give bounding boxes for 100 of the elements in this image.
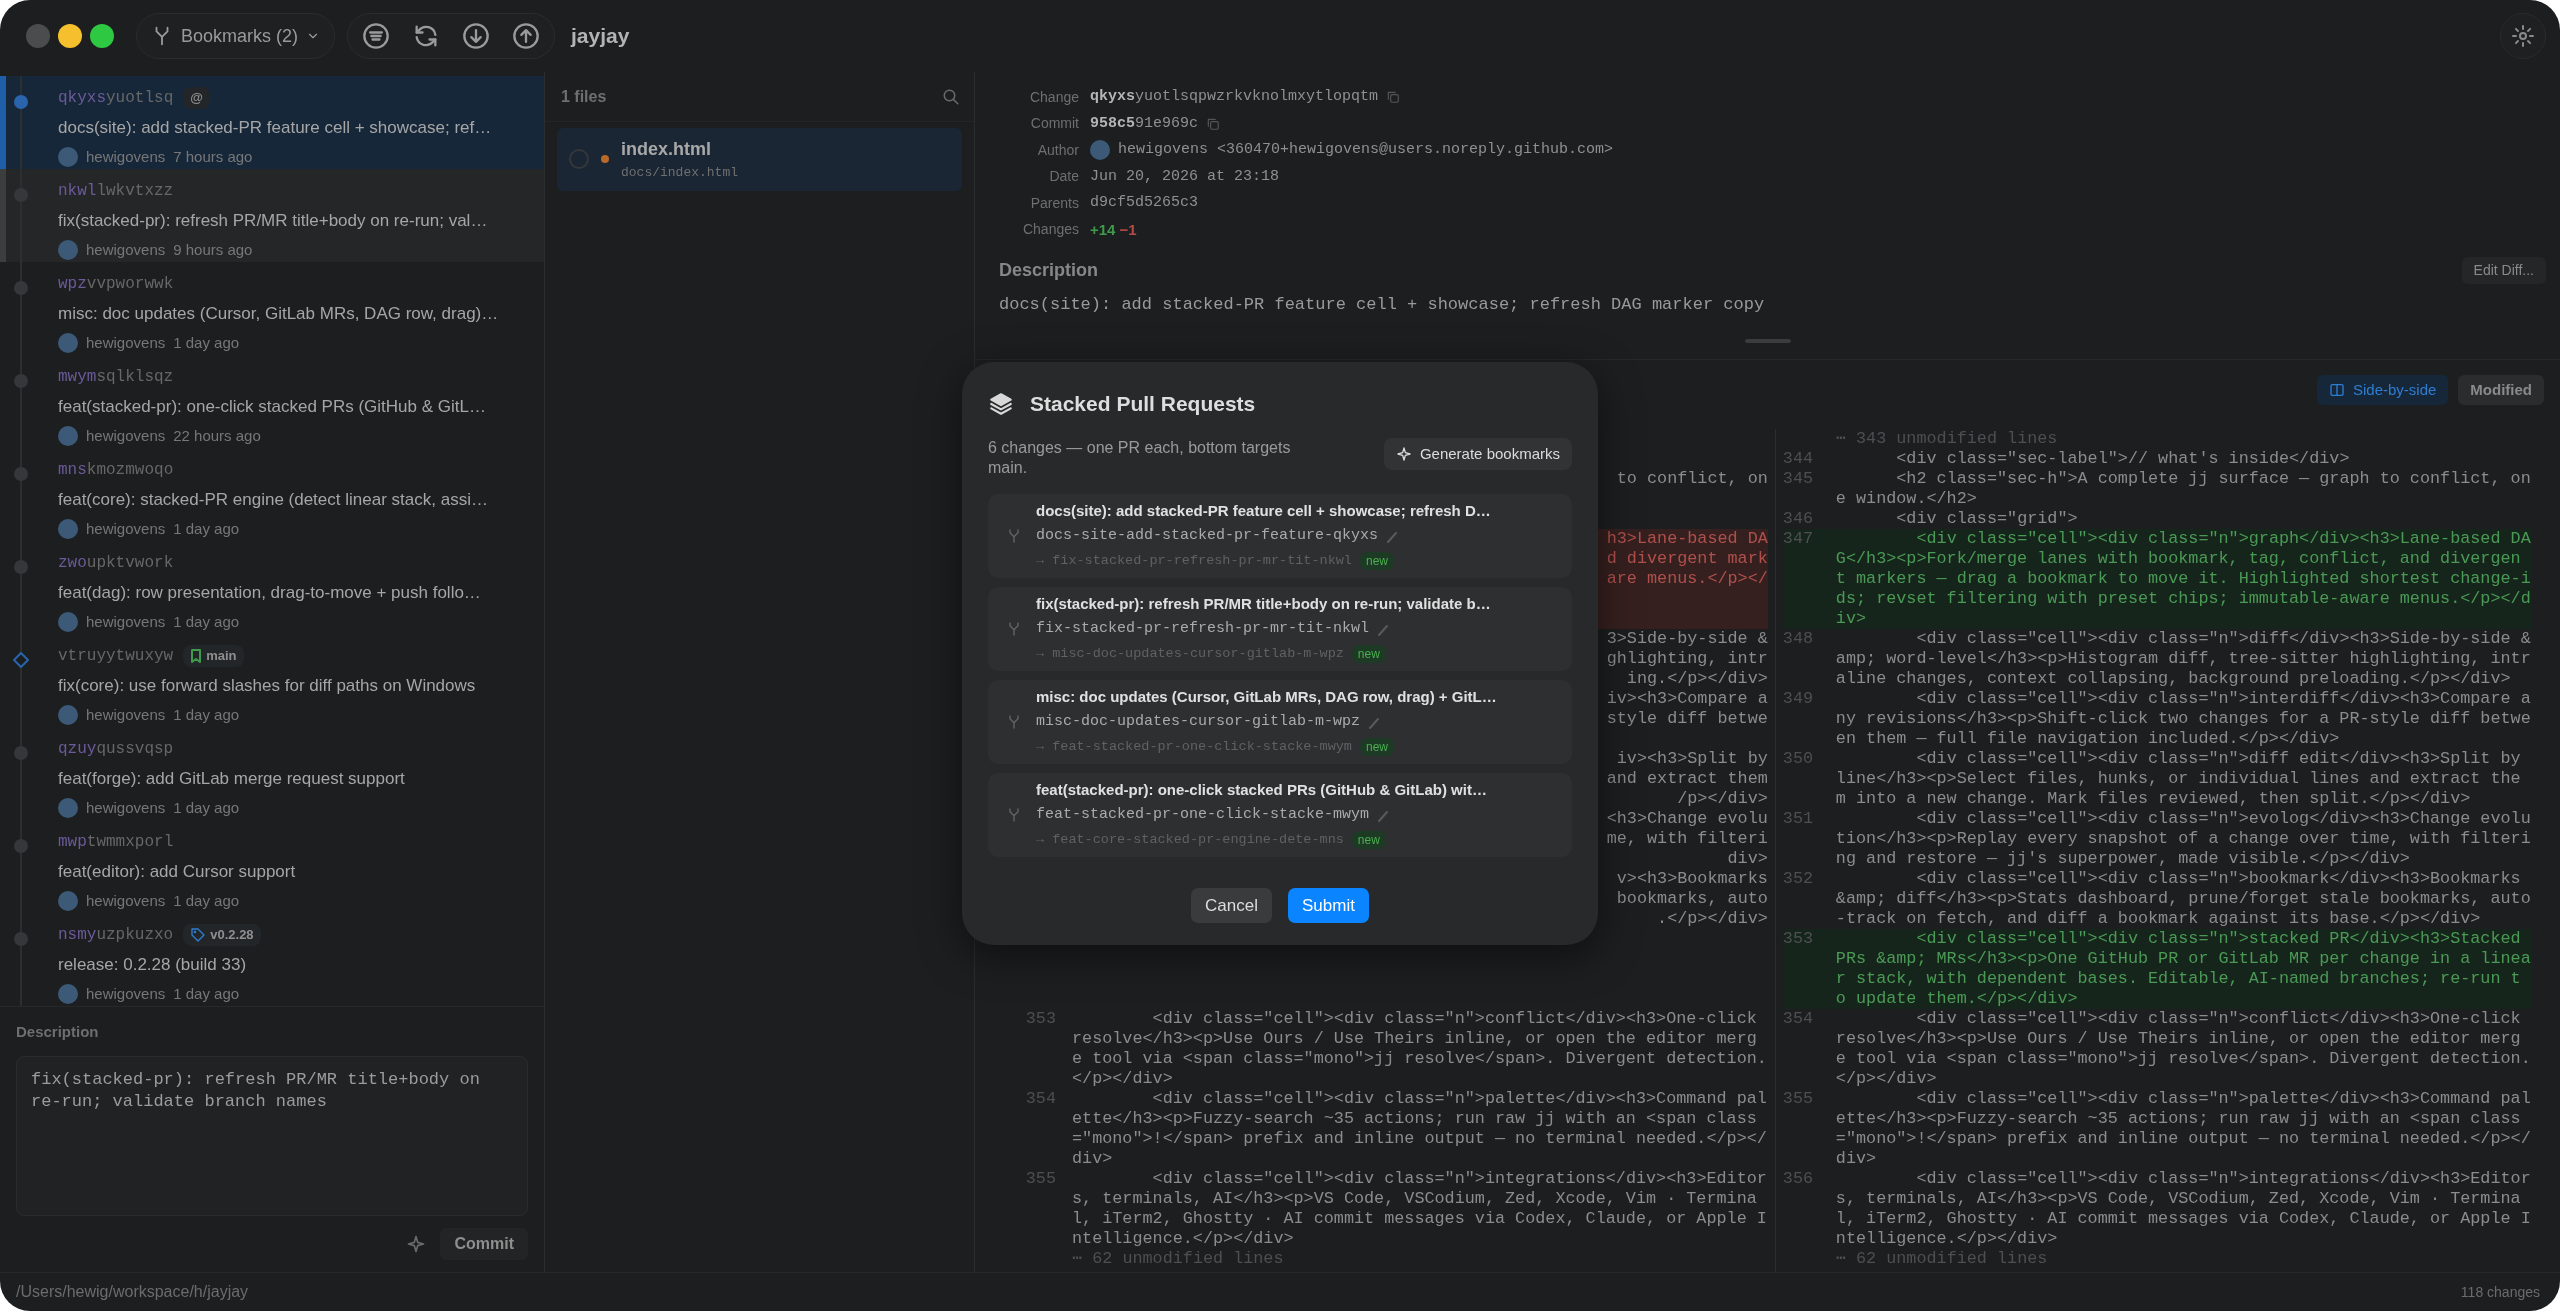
- side-by-side-button[interactable]: Side-by-side: [2316, 374, 2449, 406]
- zoom-button[interactable]: [90, 24, 114, 48]
- change-id: zwoupktvwork: [58, 553, 174, 574]
- list-icon[interactable]: [362, 22, 391, 50]
- field-label: Date: [1048, 167, 1080, 187]
- commit-row[interactable]: mwptwmmxporl feat(editor): add Cursor support hewigovens 1 day ago: [0, 820, 544, 913]
- working-copy-badge: @: [183, 87, 210, 109]
- code-text: 3>Side-by-side &: [1606, 629, 1768, 649]
- commit-row[interactable]: qzuyqussvqsp feat(forge): add GitLab merge request support hewigovens 1 day ago: [0, 727, 544, 820]
- avatar: [58, 611, 78, 632]
- code-text: <div class="cell"><div class="n">interdiff</div><h3>Compare any revisions</h3><p>Shift-click two changes for a PR-style diff between them — full file navigation included.</p></div>: [1835, 689, 2532, 749]
- close-button[interactable]: [26, 24, 50, 48]
- commit-row[interactable]: vtruyytwuxyw main fix(core): use forward slashes for diff paths on Windows hewigovens 1 day ago: [0, 634, 544, 727]
- minimize-button[interactable]: [58, 24, 82, 48]
- sparkle-icon[interactable]: [406, 1233, 427, 1254]
- file-path: docs/index.html: [621, 164, 739, 182]
- bookmark-label: main: [206, 647, 237, 666]
- description-text: docs(site): add stacked-PR feature cell + showcase; refresh DAG marker copy: [998, 294, 1766, 316]
- tag-icon: [190, 927, 207, 943]
- commit-time: 1 day ago: [173, 983, 240, 1004]
- avatar: [58, 983, 78, 1004]
- avatar: [58, 797, 78, 818]
- author-name: hewigovens: [86, 518, 166, 539]
- author-name: hewigovens: [86, 797, 166, 818]
- field-label: Changes: [1021, 220, 1080, 240]
- file-name: index.html: [621, 138, 712, 161]
- field-label: Change: [1028, 87, 1080, 107]
- submit-button[interactable]: Submit: [1288, 887, 1369, 923]
- commit-button[interactable]: Commit: [440, 1227, 528, 1260]
- avatar: [58, 890, 78, 911]
- settings-button[interactable]: [2500, 13, 2546, 59]
- download-icon[interactable]: [462, 22, 491, 50]
- commit-title: fix(core): use forward slashes for diff paths on Windows: [58, 675, 476, 697]
- pencil-icon[interactable]: [1377, 623, 1390, 636]
- bookmarks-dropdown[interactable]: Bookmarks (2): [136, 13, 336, 59]
- commit-title: docs(site): add stacked-PR feature cell + showcase; ref…: [58, 117, 492, 139]
- commit-row[interactable]: wpzvvpworwwk misc: doc updates (Cursor, GitLab MRs, DAG row, drag)… hewigovens 1 day ago: [0, 262, 544, 355]
- code-text: to conflict, on: [1616, 469, 1768, 489]
- code-text: div>: [1727, 849, 1768, 869]
- commit-title: feat(dag): row presentation, drag-to-move + push follo…: [58, 582, 481, 604]
- commit-row[interactable]: zwoupktvwork feat(dag): row presentation, drag-to-move + push follo… hewigovens 1 day ago: [0, 541, 544, 634]
- commit-time: 1 day ago: [173, 890, 240, 911]
- pencil-icon[interactable]: [1386, 530, 1399, 543]
- code-text: <div class="cell"><div class="n">conflict</div><h3>One-click resolve</h3><p>Use Ours / Use Theirs inline, or open the editor merge tool via <span class="mono">jj resolve</span>. Divergent detection.</p></div>: [1835, 1009, 2532, 1089]
- code-text: <div class="cell"><div class="n">bookmark</div><h3>Bookmarks &amp; diff</h3><p>Stats dashboard, prune/forget stale bookmarks, auto-track on fetch, and diff a bookmark against its base.</p></div>: [1835, 869, 2532, 929]
- fork-icon: [1006, 713, 1022, 730]
- fork-icon: [1006, 620, 1022, 637]
- dialog-title: Stacked Pull Requests: [1030, 391, 1256, 417]
- code-text: <div class="cell"><div class="n">palette</div><h3>Command palette</h3><p>Fuzzy-search ~35 actions; run raw jj with an <span class="mono">!</span> prefix and inline output — no terminal needed.</p></div>: [1072, 1089, 1768, 1169]
- new-badge: new: [1359, 738, 1394, 756]
- avatar: [58, 332, 78, 353]
- author-name: hewigovens: [86, 332, 166, 353]
- commit-row[interactable]: nkwllwkvtxzz fix(stacked-pr): refresh PR/MR title+body on re-run; val… hewigovens 9 hours ago: [0, 169, 544, 262]
- repo-path: /Users/hewig/workspace/h/jayjay: [16, 1282, 249, 1302]
- pr-title: fix(stacked-pr): refresh PR/MR title+body on re-run; validate b…: [1036, 593, 1491, 614]
- edit-diff-button[interactable]: Edit Diff...: [2461, 257, 2546, 284]
- new-badge: new: [1359, 552, 1394, 570]
- change-id: mwptwmmxporl: [58, 832, 174, 853]
- copy-icon[interactable]: [1206, 116, 1221, 131]
- field-label: Parents: [1029, 193, 1080, 213]
- avatar: [58, 146, 78, 167]
- avatar: [1090, 140, 1110, 161]
- commit-time: 1 day ago: [173, 611, 240, 632]
- commit-time: 7 hours ago: [173, 146, 253, 167]
- commit-row[interactable]: mwymsqlklsqz feat(stacked-pr): one-click stacked PRs (GitHub & GitL… hewigovens 22 hours ago: [0, 355, 544, 448]
- branch-name: misc-doc-updates-cursor-gitlab-m-wpz: [1036, 712, 1361, 733]
- author-name: hewigovens: [86, 890, 166, 911]
- change-id: qkyxsyuotlsq: [58, 88, 174, 109]
- fork-icon: [1006, 806, 1022, 823]
- author-name: hewigovens: [86, 239, 166, 260]
- commit-row[interactable]: nsmyuzpkuzxo v0.2.28 release: 0.2.28 (build 33) hewigovens 1 day ago: [0, 913, 544, 1006]
- field-value: Jun 20, 2026 at 23:18: [1090, 166, 1280, 187]
- field-label: Author: [1036, 140, 1080, 160]
- change-id: mwymsqlklsqz: [58, 367, 174, 388]
- code-text: ing.</p></div>: [1626, 669, 1768, 689]
- file-row[interactable]: index.html docs/index.html: [557, 128, 962, 191]
- generate-bookmarks-button[interactable]: Generate bookmarks: [1383, 437, 1572, 470]
- commit-row[interactable]: mnskmozmwoqo feat(core): stacked-PR engine (detect linear stack, assi… hewigovens 1 day ago: [0, 448, 544, 541]
- commit-title: feat(editor): add Cursor support: [58, 861, 296, 883]
- change-id: wpzvvpworwwk: [58, 274, 174, 295]
- code-text: ghlighting, intr: [1606, 649, 1768, 669]
- copy-icon[interactable]: [1386, 90, 1401, 105]
- code-text: d divergent mark: [1606, 549, 1768, 569]
- avatar: [58, 425, 78, 446]
- pencil-icon[interactable]: [1377, 809, 1390, 822]
- upload-icon[interactable]: [512, 22, 541, 50]
- search-icon[interactable]: [942, 87, 960, 106]
- added-count: +14: [1090, 220, 1116, 238]
- commit-title: misc: doc updates (Cursor, GitLab MRs, DAG row, drag)…: [58, 303, 499, 325]
- settings-icon: [2511, 24, 2535, 48]
- status-label: Modified: [2458, 374, 2544, 406]
- cancel-button[interactable]: Cancel: [1191, 887, 1272, 923]
- review-checkbox[interactable]: [569, 149, 589, 170]
- code-text: style diff betwe: [1606, 709, 1768, 729]
- pencil-icon[interactable]: [1368, 716, 1381, 729]
- commit-time: 1 day ago: [173, 332, 240, 353]
- description-field[interactable]: fix(stacked-pr): refresh PR/MR title+body on re-run; validate branch names: [16, 1055, 528, 1216]
- field-value: hewigovens <360470+hewigovens@users.noreply.github.com>: [1118, 140, 1614, 160]
- code-text: <div class="cell"><div class="n">evolog</div><h3>Change evolution</h3><p>Replay every snapshot of a change over time, with filtering and restore — jj's superpower, made visible.</p></div>: [1835, 809, 2532, 869]
- commit-row[interactable]: qkyxsyuotlsq @ docs(site): add stacked-PR feature cell + showcase; ref… hewigovens 7 hours ago: [0, 76, 544, 169]
